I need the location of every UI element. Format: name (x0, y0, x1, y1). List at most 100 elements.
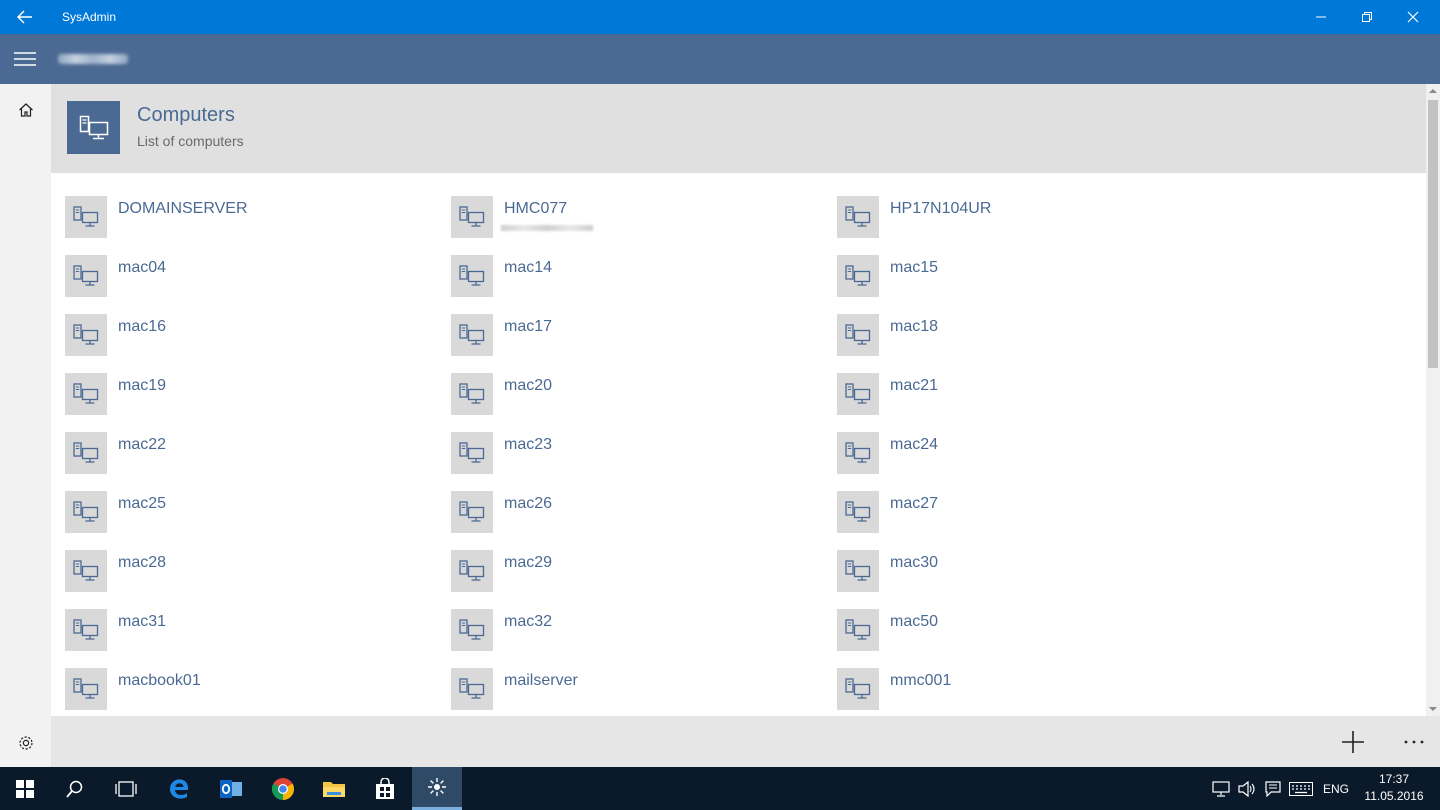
computer-name: mac16 (118, 318, 167, 335)
redacted-computer-detail (501, 225, 593, 231)
task-view-button[interactable] (101, 767, 151, 810)
outlook-icon (220, 779, 242, 798)
computer-item[interactable]: mac25 (51, 468, 431, 533)
computer-icon (73, 501, 99, 522)
computer-icon (459, 265, 485, 286)
computer-item[interactable]: mac24 (823, 409, 1203, 474)
notification-icon (1265, 780, 1281, 797)
computer-item[interactable]: mac20 (437, 350, 817, 415)
outlook-button[interactable] (206, 767, 256, 810)
computer-item[interactable]: mac23 (437, 409, 817, 474)
more-icon (1404, 740, 1424, 744)
computer-item[interactable]: macbook01 (51, 645, 431, 710)
computer-item[interactable]: mac31 (51, 586, 431, 651)
computer-icon (459, 560, 485, 581)
computer-name: mac17 (504, 318, 553, 335)
computer-item[interactable]: mac04 (51, 232, 431, 297)
computer-icon (845, 560, 871, 581)
computer-item[interactable]: mac17 (437, 291, 817, 356)
page-title: Computers (137, 104, 235, 126)
computer-list: DOMAINSERVER HMC077 HP17N104UR mac04 mac14 ma… (51, 173, 1426, 716)
clock-date: 11.05.2016 (1364, 789, 1424, 803)
computer-name: DOMAINSERVER (118, 200, 248, 217)
computer-item[interactable]: HMC077 (437, 173, 817, 238)
computer-icon (845, 265, 871, 286)
computer-item[interactable]: mac30 (823, 527, 1203, 592)
computer-item[interactable]: mac26 (437, 468, 817, 533)
redacted-account (58, 54, 128, 64)
computer-icon (73, 442, 99, 463)
computer-item[interactable]: mmc001 (823, 645, 1203, 710)
computer-item[interactable]: DOMAINSERVER (51, 173, 431, 238)
close-icon (1407, 11, 1419, 23)
computer-name: mac14 (504, 259, 553, 276)
command-bar (51, 716, 1440, 767)
computer-icon (459, 442, 485, 463)
search-button[interactable] (50, 767, 100, 810)
touch-keyboard-button[interactable] (1287, 767, 1315, 810)
minimize-icon (1316, 16, 1326, 18)
computer-item[interactable]: HP17N104UR (823, 173, 1203, 238)
computer-name: mac18 (890, 318, 939, 335)
computer-icon (459, 678, 485, 699)
add-computer-button[interactable] (1329, 724, 1377, 760)
computer-icon (73, 560, 99, 581)
computer-item[interactable]: mac29 (437, 527, 817, 592)
computer-name: mac32 (504, 613, 553, 630)
computer-item[interactable]: mac28 (51, 527, 431, 592)
computer-name: mac26 (504, 495, 553, 512)
computer-name: mac25 (118, 495, 167, 512)
computer-icon (73, 265, 99, 286)
computer-item[interactable]: mac16 (51, 291, 431, 356)
scrollbar-thumb[interactable] (1428, 100, 1438, 368)
network-icon (1212, 780, 1230, 797)
computer-icon (845, 501, 871, 522)
computer-item[interactable]: mac14 (437, 232, 817, 297)
store-button[interactable] (360, 767, 410, 810)
computer-item[interactable]: mac27 (823, 468, 1203, 533)
task-view-icon (115, 780, 137, 797)
more-button[interactable] (1391, 724, 1437, 760)
scroll-up-button[interactable] (1426, 84, 1440, 98)
computer-name: mac50 (890, 613, 939, 630)
file-explorer-button[interactable] (309, 767, 359, 810)
restore-icon (1362, 12, 1372, 22)
computer-tile-icon (451, 668, 493, 710)
action-center-button[interactable] (1262, 767, 1284, 810)
restore-button[interactable] (1344, 0, 1390, 34)
sysadmin-taskbar-button[interactable] (412, 767, 462, 810)
settings-button[interactable] (0, 729, 51, 757)
volume-tray-button[interactable] (1236, 767, 1258, 810)
computer-item[interactable]: mailserver (437, 645, 817, 710)
network-tray-button[interactable] (1210, 767, 1232, 810)
minimize-button[interactable] (1298, 0, 1344, 34)
page-subtitle: List of computers (137, 133, 244, 149)
scroll-down-button[interactable] (1426, 702, 1440, 716)
computer-item[interactable]: mac22 (51, 409, 431, 474)
windows-start-icon (16, 779, 34, 798)
computer-name: mac23 (504, 436, 553, 453)
computer-item[interactable]: mac21 (823, 350, 1203, 415)
computer-tile-icon (837, 668, 879, 710)
clock-time: 17:37 (1378, 772, 1410, 786)
computer-icon (73, 619, 99, 640)
menu-button[interactable] (0, 34, 50, 84)
home-button[interactable] (0, 96, 51, 124)
taskbar-clock[interactable]: 17:37 11.05.2016 (1360, 771, 1428, 805)
computer-item[interactable]: mac19 (51, 350, 431, 415)
start-button[interactable] (0, 767, 50, 810)
computer-item[interactable]: mac50 (823, 586, 1203, 651)
vertical-scrollbar[interactable] (1426, 84, 1440, 716)
edge-button[interactable] (154, 767, 204, 810)
input-language-button[interactable]: ENG (1318, 767, 1354, 810)
computer-item[interactable]: mac18 (823, 291, 1203, 356)
speaker-icon (1238, 780, 1255, 797)
store-icon (376, 777, 394, 799)
chrome-button[interactable] (258, 767, 308, 810)
computer-item[interactable]: mac15 (823, 232, 1203, 297)
home-icon (18, 103, 33, 117)
close-button[interactable] (1390, 0, 1436, 34)
computer-item[interactable]: mac32 (437, 586, 817, 651)
computer-name: mailserver (504, 672, 578, 689)
back-button[interactable] (0, 0, 50, 34)
